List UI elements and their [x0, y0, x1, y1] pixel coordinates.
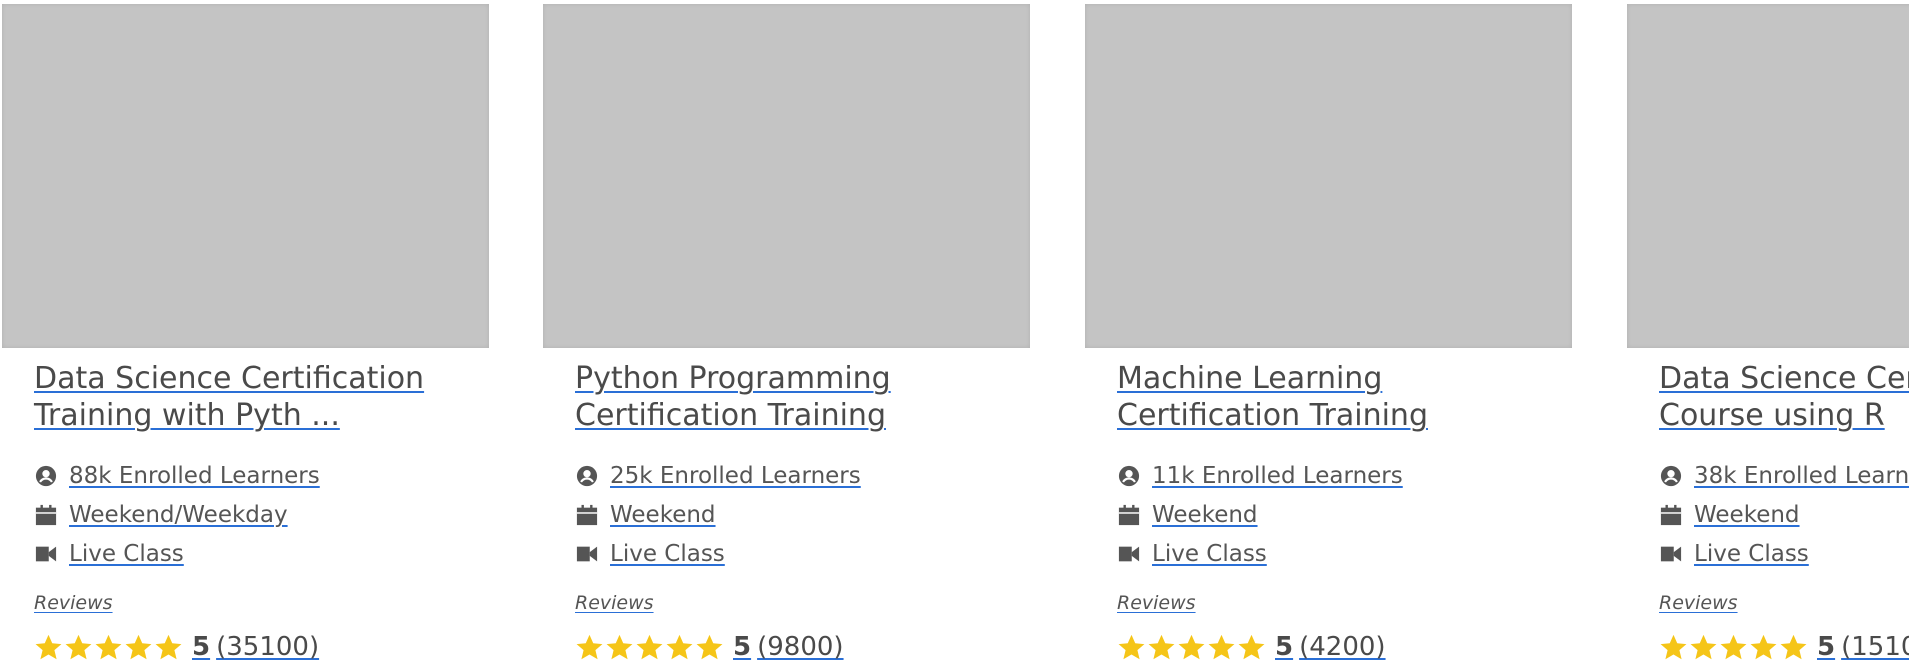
- star-rating: [1117, 633, 1267, 662]
- course-title-link[interactable]: Data Science Cert Course using R: [1659, 360, 1909, 434]
- course-thumbnail[interactable]: [543, 4, 1030, 348]
- star-icon: [1178, 634, 1205, 659]
- course-title-line-1: Data Science Certification: [34, 361, 425, 396]
- class-mode[interactable]: Live Class: [1659, 539, 1909, 569]
- class-mode-text: Live Class: [1152, 541, 1267, 567]
- star-rating: [575, 633, 725, 662]
- batch-schedule-text: Weekend/Weekday: [69, 502, 288, 528]
- course-title-link[interactable]: Python Programming Certification Trainin…: [575, 360, 995, 434]
- class-mode-text: Live Class: [1694, 541, 1809, 567]
- rating-score: 5: [192, 632, 211, 662]
- star-icon: [606, 634, 633, 659]
- reviews-label: Reviews: [575, 592, 654, 614]
- course-thumbnail[interactable]: [2, 4, 489, 348]
- video-camera-icon: [1659, 542, 1683, 566]
- star-icon: [65, 634, 92, 659]
- star-icon: [125, 634, 152, 659]
- enrolled-learners-text: 11k Enrolled Learners: [1152, 463, 1403, 489]
- star-rating: [1659, 633, 1809, 662]
- enrolled-learners-text: 25k Enrolled Learners: [610, 463, 861, 489]
- rating-score: 5: [733, 632, 752, 662]
- course-title-line-1: Data Science Cert: [1659, 361, 1909, 396]
- class-mode[interactable]: Live Class: [34, 539, 474, 569]
- star-icon: [1148, 634, 1175, 659]
- video-camera-icon: [1117, 542, 1141, 566]
- batch-schedule-text: Weekend: [1694, 502, 1800, 528]
- course-title-line-2: Training with Pyth ...: [34, 398, 340, 433]
- star-icon: [1720, 634, 1747, 659]
- rating-link[interactable]: 5 (4200): [1117, 629, 1386, 665]
- review-count: (4200): [1299, 632, 1386, 662]
- calendar-icon: [1659, 503, 1683, 527]
- user-circle-icon: [34, 464, 58, 488]
- reviews-label: Reviews: [1117, 592, 1196, 614]
- star-icon: [95, 634, 122, 659]
- star-icon: [1118, 634, 1145, 659]
- reviews-label: Reviews: [34, 592, 113, 614]
- course-title-line-2: Course using R: [1659, 398, 1885, 433]
- user-circle-icon: [1659, 464, 1683, 488]
- course-card[interactable]: Machine Learning Certification Training …: [1085, 0, 1572, 665]
- review-count: (35100): [216, 632, 320, 662]
- star-icon: [35, 634, 62, 659]
- course-thumbnail[interactable]: [1627, 4, 1909, 348]
- star-icon: [576, 634, 603, 659]
- rating-score: 5: [1817, 632, 1836, 662]
- calendar-icon: [575, 503, 599, 527]
- star-icon: [636, 634, 663, 659]
- class-mode-text: Live Class: [610, 541, 725, 567]
- star-icon: [1780, 634, 1807, 659]
- course-card-row: Data Science Certification Training with…: [0, 0, 1909, 665]
- rating-link[interactable]: 5 (9800): [575, 629, 844, 665]
- video-camera-icon: [34, 542, 58, 566]
- enrolled-learners[interactable]: 88k Enrolled Learners: [34, 461, 474, 491]
- enrolled-learners-text: 88k Enrolled Learners: [69, 463, 320, 489]
- enrolled-learners[interactable]: 25k Enrolled Learners: [575, 461, 1015, 491]
- batch-schedule[interactable]: Weekend/Weekday: [34, 500, 474, 530]
- calendar-icon: [34, 503, 58, 527]
- star-icon: [1238, 634, 1265, 659]
- class-mode[interactable]: Live Class: [575, 539, 1015, 569]
- course-title-line-1: Python Programming: [575, 361, 891, 396]
- rating-link[interactable]: 5 (1510: [1659, 629, 1909, 665]
- course-title-line-2: Certification Training: [575, 398, 886, 433]
- star-icon: [1690, 634, 1717, 659]
- batch-schedule-text: Weekend: [610, 502, 716, 528]
- class-mode-text: Live Class: [69, 541, 184, 567]
- calendar-icon: [1117, 503, 1141, 527]
- batch-schedule-text: Weekend: [1152, 502, 1258, 528]
- batch-schedule[interactable]: Weekend: [1659, 500, 1909, 530]
- star-rating: [34, 633, 184, 662]
- enrolled-learners-text: 38k Enrolled Learne: [1694, 463, 1909, 489]
- enrolled-learners[interactable]: 38k Enrolled Learne: [1659, 461, 1909, 491]
- batch-schedule[interactable]: Weekend: [575, 500, 1015, 530]
- review-count: (1510: [1841, 632, 1909, 662]
- star-icon: [1660, 634, 1687, 659]
- review-count: (9800): [757, 632, 844, 662]
- course-card[interactable]: Data Science Certification Training with…: [2, 0, 489, 665]
- course-card[interactable]: Data Science Cert Course using R 38k Enr…: [1627, 0, 1909, 665]
- rating-score: 5: [1275, 632, 1294, 662]
- star-icon: [155, 634, 182, 659]
- reviews-label: Reviews: [1659, 592, 1738, 614]
- course-title-line-1: Machine Learning: [1117, 361, 1383, 396]
- course-title-link[interactable]: Machine Learning Certification Training: [1117, 360, 1537, 434]
- user-circle-icon: [1117, 464, 1141, 488]
- class-mode[interactable]: Live Class: [1117, 539, 1557, 569]
- course-title-line-2: Certification Training: [1117, 398, 1428, 433]
- course-title-link[interactable]: Data Science Certification Training with…: [34, 360, 454, 434]
- star-icon: [666, 634, 693, 659]
- video-camera-icon: [575, 542, 599, 566]
- course-thumbnail[interactable]: [1085, 4, 1572, 348]
- star-icon: [696, 634, 723, 659]
- rating-link[interactable]: 5 (35100): [34, 629, 319, 665]
- user-circle-icon: [575, 464, 599, 488]
- enrolled-learners[interactable]: 11k Enrolled Learners: [1117, 461, 1557, 491]
- course-card[interactable]: Python Programming Certification Trainin…: [543, 0, 1030, 665]
- batch-schedule[interactable]: Weekend: [1117, 500, 1557, 530]
- star-icon: [1208, 634, 1235, 659]
- star-icon: [1750, 634, 1777, 659]
